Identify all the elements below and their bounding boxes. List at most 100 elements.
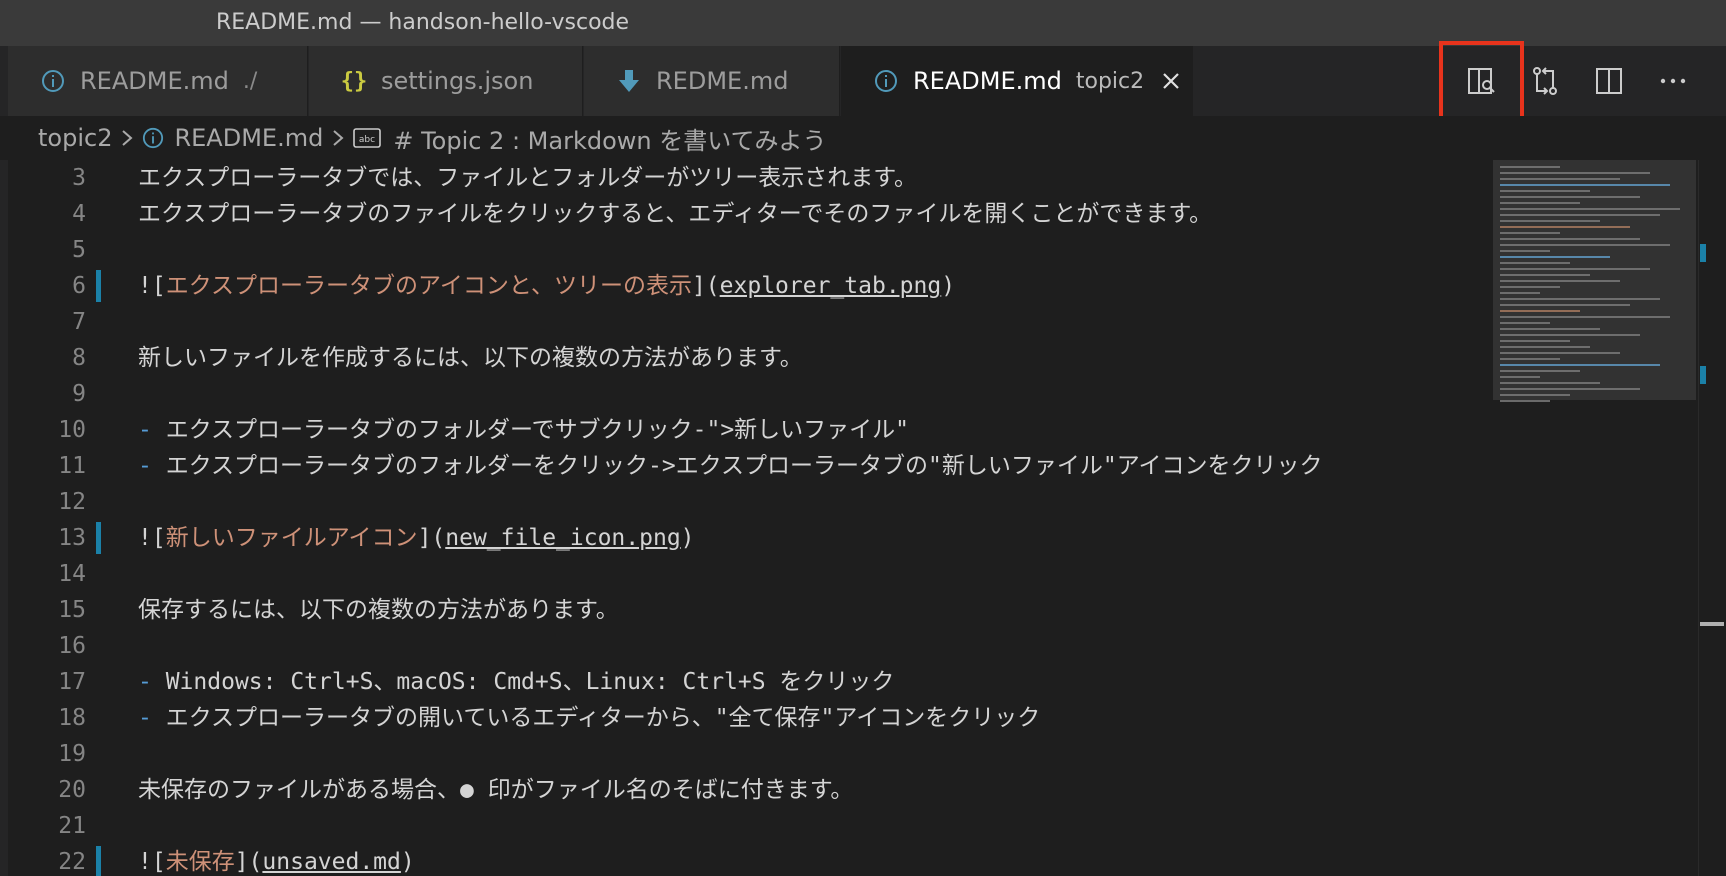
scrollbar-cursor-marker	[1700, 622, 1724, 626]
breadcrumb-symbol-label: # Topic 2 : Markdown を書いてみよう	[393, 126, 827, 155]
tab-label: README.md	[913, 67, 1062, 95]
line-number: 18	[58, 705, 86, 731]
line-number: 12	[58, 489, 86, 515]
line-number: 10	[58, 417, 86, 443]
code-text: 新しいファイルを作成するには、以下の複数の方法があります。	[138, 345, 803, 371]
code-line: 9	[0, 376, 1490, 412]
code-line: 4 エクスプローラータブのファイルをクリックすると、エディターでそのファイルを開く…	[0, 196, 1490, 232]
image-alt-text: 新しいファイルアイコン	[165, 525, 418, 551]
code-line: 11 - エクスプローラータブのフォルダーをクリック->エクスプローラータブの"新…	[0, 448, 1490, 484]
code-text: エクスプローラータブでは、ファイルとフォルダーがツリー表示されます。	[138, 165, 918, 191]
code-text: ![未保存](unsaved.md)	[138, 849, 415, 875]
minimap-slider[interactable]	[1493, 160, 1696, 400]
window-title: README.md — handson-hello-vscode	[216, 10, 630, 35]
code-line: 15 保存するには、以下の複数の方法があります。	[0, 592, 1490, 628]
minimap-line	[1500, 400, 1550, 402]
gutter-modified-marker	[96, 270, 101, 302]
title-bar: README.md — handson-hello-vscode	[0, 0, 1726, 46]
code-line: 5	[0, 232, 1490, 268]
breadcrumb-folder[interactable]: topic2	[38, 124, 112, 152]
code-line: 22 ![未保存](unsaved.md)	[0, 844, 1490, 876]
split-editor-button[interactable]	[1590, 62, 1628, 100]
code-line: 17 - Windows: Ctrl+S、macOS: Cmd+S、Linux: …	[0, 664, 1490, 700]
line-number: 5	[72, 237, 86, 263]
line-number: 8	[72, 345, 86, 371]
ellipsis-icon	[1660, 78, 1686, 84]
close-icon[interactable]	[1158, 68, 1184, 94]
git-compare-icon	[1533, 67, 1557, 95]
list-bullet: -	[138, 705, 166, 731]
svg-text:abc: abc	[359, 135, 375, 145]
string-symbol-icon: abc	[353, 127, 382, 149]
code-text: - エクスプローラータブのフォルダーをクリック->エクスプローラータブの"新しい…	[138, 453, 1323, 479]
tab-readme-root[interactable]: README.md ./	[8, 46, 308, 116]
list-bullet: -	[138, 669, 166, 695]
image-link-url[interactable]: new_file_icon.png	[445, 525, 680, 551]
scrollbar-change-marker	[1700, 366, 1706, 384]
line-number: 4	[72, 201, 86, 227]
list-bullet: -	[138, 453, 166, 479]
code-text: ![新しいファイルアイコン](new_file_icon.png)	[138, 525, 695, 551]
list-bullet: -	[138, 417, 166, 443]
image-link-url[interactable]: unsaved.md	[262, 849, 400, 875]
tab-label: README.md	[80, 67, 229, 95]
code-line: 10 - エクスプローラータブのフォルダーでサブクリック-">新しいファイル"	[0, 412, 1490, 448]
gutter-modified-marker	[96, 522, 101, 554]
line-number: 3	[72, 165, 86, 191]
code-line: 7	[0, 304, 1490, 340]
code-line: 3 エクスプローラータブでは、ファイルとフォルダーがツリー表示されます。	[0, 160, 1490, 196]
line-number: 13	[58, 525, 86, 551]
markdown-download-icon	[616, 68, 642, 94]
tab-redme-md[interactable]: REDME.md	[584, 46, 840, 116]
line-number: 17	[58, 669, 86, 695]
line-number: 6	[72, 273, 86, 299]
gutter-modified-marker	[96, 846, 101, 876]
info-icon	[142, 127, 164, 149]
open-changes-button[interactable]	[1526, 62, 1564, 100]
line-number: 11	[58, 453, 86, 479]
code-line: 18 - エクスプローラータブの開いているエディターから、"全て保存"アイコンをク…	[0, 700, 1490, 736]
breadcrumb-file[interactable]: README.md	[142, 124, 323, 152]
line-number: 9	[72, 381, 86, 407]
code-text: 未保存のファイルがある場合、● 印がファイル名のそばに付きます。	[138, 777, 854, 803]
code-line: 6 ![エクスプローラータブのアイコンと、ツリーの表示](explorer_tab…	[0, 268, 1490, 304]
editor-pane[interactable]: 3 エクスプローラータブでは、ファイルとフォルダーがツリー表示されます。 4 エクスプ…	[0, 160, 1726, 876]
tab-readme-topic2[interactable]: README.md topic2	[841, 46, 1193, 116]
breadcrumb: topic2 README.md abc # Topic 2 : Markdow…	[0, 116, 1726, 160]
chevron-right-icon	[120, 128, 134, 148]
tab-description: topic2	[1075, 68, 1145, 94]
info-icon	[40, 68, 66, 94]
line-number: 20	[58, 777, 86, 803]
line-number: 21	[58, 813, 86, 839]
breadcrumb-symbol[interactable]: abc # Topic 2 : Markdown を書いてみよう	[353, 121, 827, 156]
vertical-scrollbar[interactable]	[1698, 160, 1726, 876]
code-text: - エクスプローラータブの開いているエディターから、"全て保存"アイコンをクリッ…	[138, 705, 1041, 731]
code-line: 14	[0, 556, 1490, 592]
split-editor-icon	[1596, 68, 1622, 94]
code-text: エクスプローラータブのファイルをクリックすると、エディターでそのファイルを開くこ…	[138, 201, 1213, 227]
info-icon	[873, 68, 899, 94]
code-text: - Windows: Ctrl+S、macOS: Cmd+S、Linux: Ct…	[138, 669, 895, 695]
code-line: 20 未保存のファイルがある場合、● 印がファイル名のそばに付きます。	[0, 772, 1490, 808]
image-alt-text: 未保存	[165, 849, 235, 875]
line-number: 7	[72, 309, 86, 335]
line-number: 22	[58, 849, 86, 875]
code-line: 12	[0, 484, 1490, 520]
code-line: 19	[0, 736, 1490, 772]
tab-label: REDME.md	[656, 67, 789, 95]
highlight-annotation-box	[1439, 41, 1524, 127]
breadcrumb-file-label: README.md	[174, 124, 324, 152]
image-link-url[interactable]: explorer_tab.png	[720, 273, 942, 299]
json-braces-icon: {}	[340, 68, 368, 94]
code-line: 21	[0, 808, 1490, 844]
scrollbar-change-marker	[1700, 244, 1706, 262]
more-actions-button[interactable]	[1654, 62, 1692, 100]
line-number: 15	[58, 597, 86, 623]
chevron-right-icon	[331, 128, 345, 148]
code-line: 8 新しいファイルを作成するには、以下の複数の方法があります。	[0, 340, 1490, 376]
code-line: 16	[0, 628, 1490, 664]
code-text: - エクスプローラータブのフォルダーでサブクリック-">新しいファイル"	[138, 417, 910, 443]
code-line: 13 ![新しいファイルアイコン](new_file_icon.png)	[0, 520, 1490, 556]
tab-settings-json[interactable]: {} settings.json	[309, 46, 583, 116]
tab-description: ./	[242, 68, 258, 94]
